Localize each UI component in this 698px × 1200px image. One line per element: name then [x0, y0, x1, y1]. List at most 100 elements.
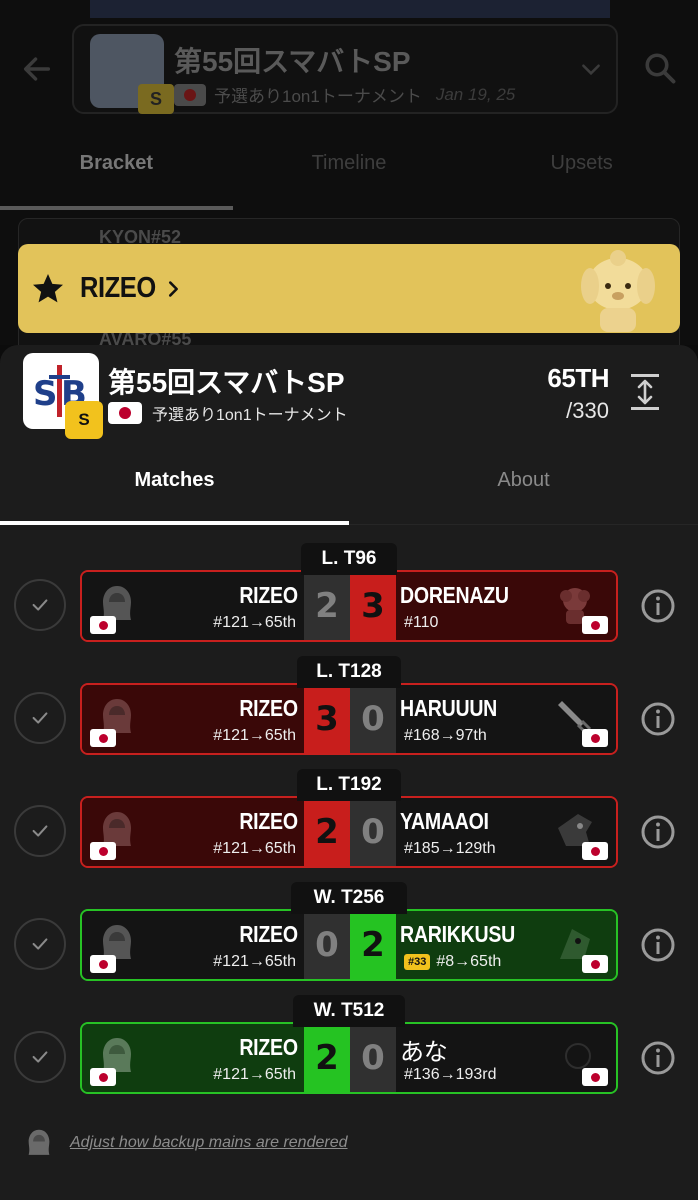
- tab-timeline[interactable]: Timeline: [233, 130, 466, 210]
- japan-flag-icon: [108, 402, 142, 424]
- japan-flag-icon: [582, 842, 608, 860]
- player-side-left: RIZEO #121→65th: [82, 685, 304, 753]
- chevron-right-icon: [169, 280, 179, 297]
- player-name: RIZEO: [239, 808, 299, 834]
- player-seed: #121→65th: [213, 1066, 296, 1083]
- player-side-right: DORENAZU #110: [396, 572, 616, 640]
- character-mascot-icon: [581, 250, 655, 332]
- info-icon[interactable]: [640, 701, 676, 737]
- score-right: 0: [350, 685, 396, 753]
- info-icon[interactable]: [640, 927, 676, 963]
- japan-flag-icon: [582, 729, 608, 747]
- score-left: 2: [304, 798, 350, 866]
- score-right: 0: [350, 798, 396, 866]
- opponent-seed: #33 #8→65th: [404, 953, 501, 971]
- opponent-name: あな: [400, 1039, 448, 1066]
- player-side-right: HARUUUN #168→97th: [396, 685, 616, 753]
- match-card[interactable]: RIZEO #121→65th 0 2 RARIKKUSU #33 #8→65t…: [80, 909, 618, 981]
- opponent-seed-text: #168→97th: [404, 727, 487, 744]
- match-card[interactable]: RIZEO #121→65th 3 0 HARUUUN #168→97th: [80, 683, 618, 755]
- japan-flag-icon: [582, 1068, 608, 1086]
- opponent-name: RARIKKUSU: [400, 921, 516, 947]
- score-left: 0: [304, 911, 350, 979]
- japan-flag-icon: [90, 955, 116, 973]
- tab-bracket[interactable]: Bracket: [0, 130, 233, 210]
- background-tab-bar: Bracket Timeline Upsets: [0, 130, 698, 210]
- check-icon[interactable]: [14, 918, 66, 970]
- japan-flag-icon: [90, 842, 116, 860]
- svg-text:S: S: [33, 374, 58, 414]
- player-seed: #121→65th: [213, 727, 296, 744]
- check-icon[interactable]: [14, 579, 66, 631]
- check-icon[interactable]: [14, 1031, 66, 1083]
- player-side-left: RIZEO #121→65th: [82, 572, 304, 640]
- japan-flag-icon: [90, 616, 116, 634]
- player-name: RIZEO: [239, 1034, 299, 1060]
- opponent-seed: #168→97th: [404, 727, 487, 745]
- match-card[interactable]: RIZEO #121→65th 2 0 YAMAAOI #185→129th: [80, 796, 618, 868]
- event-logo-dimmed: S: [90, 34, 174, 114]
- match-card[interactable]: RIZEO #121→65th 2 0 あな #136→193rd: [80, 1022, 618, 1094]
- event-title: 第55回スマバトSP: [108, 367, 345, 398]
- opponent-seed-text: #136→193rd: [404, 1066, 497, 1083]
- round-label: L. T96: [301, 543, 397, 575]
- backup-mains-footer: Adjust how backup mains are rendered: [22, 1125, 348, 1161]
- check-icon[interactable]: [14, 805, 66, 857]
- placement-total: /330: [566, 398, 609, 423]
- opponent-name: YAMAAOI: [400, 808, 489, 834]
- chevron-down-icon[interactable]: [578, 56, 604, 82]
- search-icon[interactable]: [642, 50, 678, 86]
- score-left: 3: [304, 685, 350, 753]
- check-icon[interactable]: [14, 692, 66, 744]
- tab-upsets[interactable]: Upsets: [465, 130, 698, 210]
- star-icon: [33, 273, 63, 302]
- player-side-left: RIZEO #121→65th: [82, 798, 304, 866]
- round-label: L. T128: [297, 656, 401, 688]
- player-side-right: YAMAAOI #185→129th: [396, 798, 616, 866]
- opponent-seed: #136→193rd: [404, 1066, 497, 1084]
- hooded-figure-icon: [28, 1129, 50, 1155]
- player-name: RIZEO: [239, 695, 299, 721]
- japan-flag-icon: [90, 1068, 116, 1086]
- round-label: W. T256: [291, 882, 407, 914]
- opponent-name: DORENAZU: [400, 582, 509, 608]
- event-description: 予選あり1on1トーナメント: [152, 407, 348, 424]
- player-seed: #121→65th: [213, 614, 296, 631]
- opponent-seed-text: #8→65th: [436, 953, 502, 970]
- backup-mains-link[interactable]: Adjust how backup mains are rendered: [70, 1134, 348, 1152]
- round-label: L. T192: [297, 769, 401, 801]
- back-arrow-icon[interactable]: [20, 52, 54, 86]
- match-row: L. T96 RIZEO #121→65th 2 3 DORENAZU #110: [0, 543, 698, 655]
- match-card[interactable]: RIZEO #121→65th 2 3 DORENAZU #110: [80, 570, 618, 642]
- player-detail-sheet: S B S 第55回スマバトSP 予選あり1on1トーナメント 65TH /33…: [0, 345, 698, 1200]
- player-banner[interactable]: RIZEO: [18, 244, 680, 333]
- round-label: W. T512: [293, 995, 405, 1027]
- event-subtitle-dimmed: 予選あり1on1トーナメント Jan 19, 25: [174, 82, 515, 107]
- japan-flag-icon: [90, 729, 116, 747]
- score-right: 2: [350, 911, 396, 979]
- score-right: 3: [350, 572, 396, 640]
- placement-rank: 65TH: [547, 363, 609, 393]
- tab-matches[interactable]: Matches: [0, 445, 349, 524]
- event-logo: S B S: [23, 353, 103, 439]
- info-icon[interactable]: [640, 814, 676, 850]
- sheet-tab-bar: Matches About: [0, 445, 698, 525]
- player-seed: #121→65th: [213, 840, 296, 857]
- player-name: RIZEO: [239, 582, 299, 608]
- tier-badge: S: [65, 401, 103, 439]
- event-selector[interactable]: S 第55回スマバトSP 予選あり1on1トーナメント Jan 19, 25: [72, 24, 618, 114]
- opponent-name: HARUUUN: [400, 695, 498, 721]
- japan-flag-icon: [582, 616, 608, 634]
- opponent-seed-text: #185→129th: [404, 840, 496, 857]
- info-icon[interactable]: [640, 588, 676, 624]
- match-row: L. T128 RIZEO #121→65th 3 0 HARUUUN #168…: [0, 656, 698, 768]
- info-icon[interactable]: [640, 1040, 676, 1076]
- score-left: 2: [304, 572, 350, 640]
- player-name: RIZEO: [239, 921, 299, 947]
- placement: 65TH /330: [547, 363, 609, 424]
- player-name: RIZEO: [80, 272, 156, 304]
- expand-collapse-icon[interactable]: [628, 372, 662, 412]
- tab-about[interactable]: About: [349, 445, 698, 524]
- background-banner: [90, 0, 610, 18]
- opponent-seed: #110: [404, 614, 438, 632]
